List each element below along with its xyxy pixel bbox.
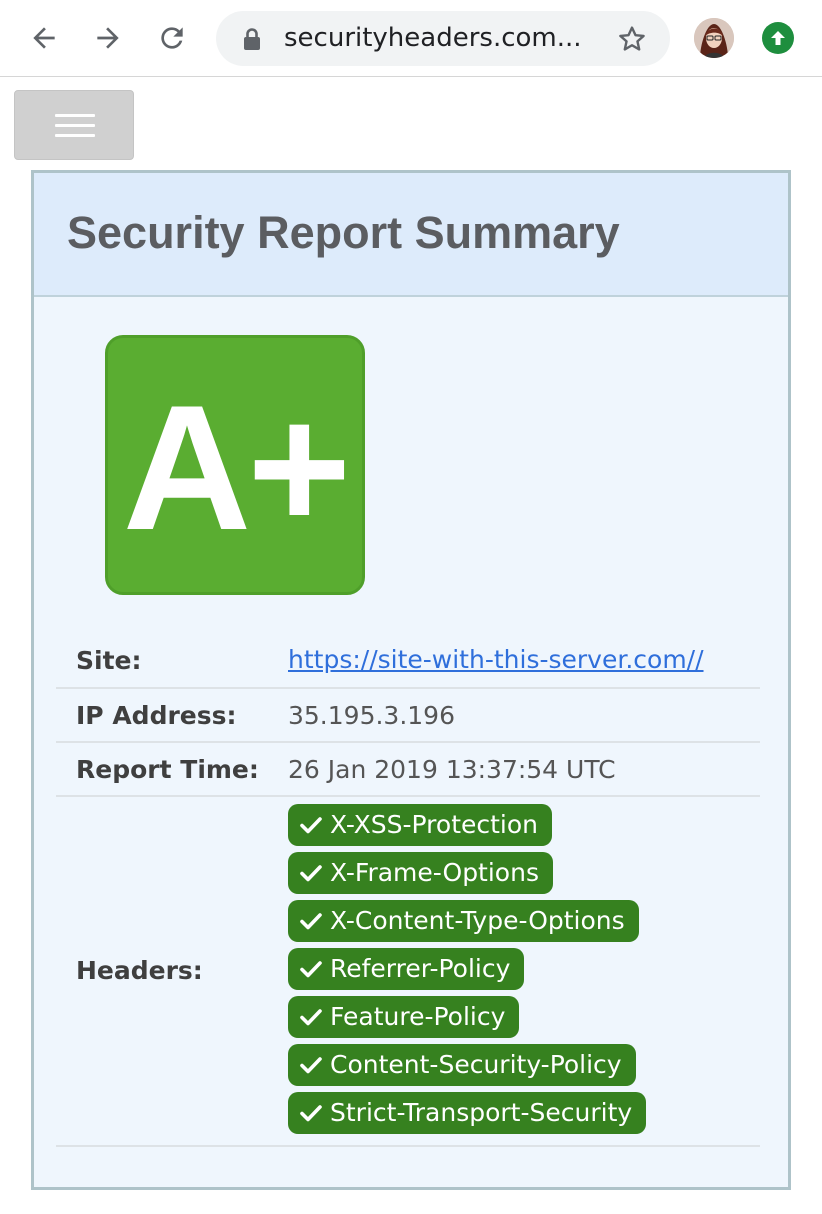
address-bar[interactable]: securityheaders.com... [216,11,670,66]
header-pill-strict-transport-security: Strict-Transport-Security [288,1092,647,1134]
report-time-label: Report Time: [76,755,259,784]
forward-arrow-icon [97,27,119,49]
grade-badge: A+ [105,335,365,595]
arrow-up-icon [771,31,785,45]
header-pill-label: Feature-Policy [330,1002,506,1031]
site-link[interactable]: https://site-with-this-server.com// [288,645,704,674]
report-title: Security Report Summary [67,207,620,258]
bookmark-star-icon[interactable] [616,23,648,55]
header-pill-content-security-policy: Content-Security-Policy [288,1044,636,1086]
browser-toolbar: securityheaders.com... [0,0,822,77]
header-pill-x-content-type-options: X-Content-Type-Options [288,900,639,942]
reload-button[interactable] [152,18,192,58]
check-icon [300,912,322,930]
check-icon [300,864,322,882]
grade-text: A+ [122,368,351,567]
ip-row: IP Address: 35.195.3.196 [56,689,760,743]
profile-avatar[interactable] [694,18,734,58]
url-text: securityheaders.com... [284,23,582,53]
header-pill-x-frame-options: X-Frame-Options [288,852,553,894]
update-button[interactable] [762,22,794,54]
check-icon [300,1056,322,1074]
profile-avatar-icon [694,18,734,58]
check-icon [300,1008,322,1026]
reload-icon [161,27,183,49]
headers-row: Headers: X-XSS-Protection X-Frame-Option… [56,797,760,1147]
report-time-value: 26 Jan 2019 13:37:54 UTC [288,755,616,784]
header-pill-x-xss-protection: X-XSS-Protection [288,804,553,846]
back-button[interactable] [24,18,64,58]
security-report-card: Security Report Summary A+ Site: https:/… [31,170,791,1190]
site-row: Site: https://site-with-this-server.com/… [56,619,760,689]
header-pill-label: X-XSS-Protection [330,810,539,839]
header-pill-label: X-Content-Type-Options [330,906,625,935]
check-icon [300,960,322,978]
site-label: Site: [76,646,142,675]
forward-button[interactable] [88,18,128,58]
header-pill-label: Content-Security-Policy [330,1050,622,1079]
header-pill-feature-policy: Feature-Policy [288,996,520,1038]
header-pill-referrer-policy: Referrer-Policy [288,948,525,990]
header-pill-label: Referrer-Policy [330,954,511,983]
ip-value: 35.195.3.196 [288,701,455,730]
header-pill-label: X-Frame-Options [330,858,539,887]
back-arrow-icon [33,27,55,49]
header-pill-label: Strict-Transport-Security [330,1098,633,1127]
headers-label: Headers: [76,956,203,985]
check-icon [300,816,322,834]
card-header: Security Report Summary [34,173,788,297]
check-icon [300,1104,322,1122]
menu-toggle-button[interactable] [14,90,134,160]
ip-label: IP Address: [76,701,237,730]
report-time-row: Report Time: 26 Jan 2019 13:37:54 UTC [56,743,760,797]
lock-icon [244,28,260,50]
